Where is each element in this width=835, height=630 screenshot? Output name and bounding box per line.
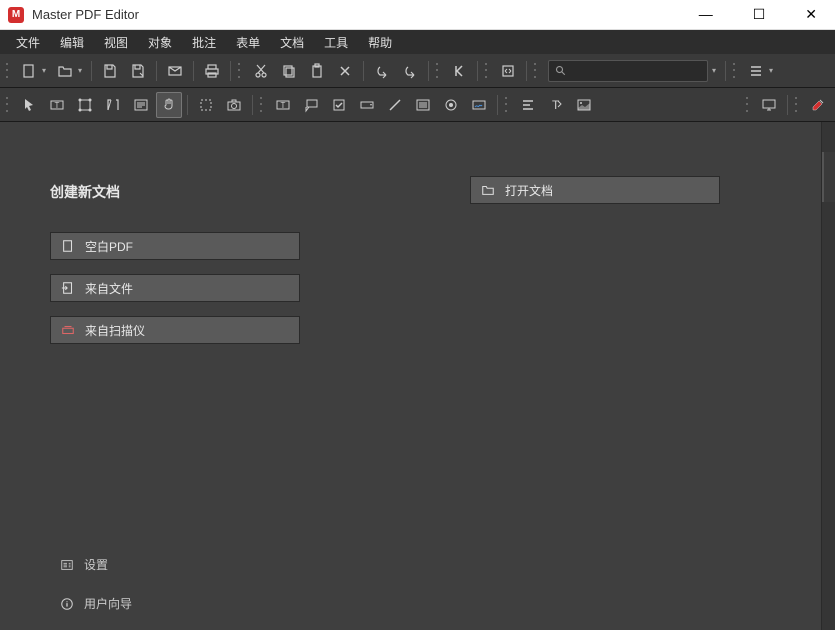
grip-icon[interactable] <box>534 61 540 81</box>
grip-icon[interactable] <box>6 61 12 81</box>
grip-icon[interactable] <box>505 95 511 115</box>
delete-button[interactable] <box>332 58 358 84</box>
from-scanner-button[interactable]: 来自扫描仪 <box>50 316 300 344</box>
grip-icon[interactable] <box>260 95 266 115</box>
grip-icon[interactable] <box>795 95 801 115</box>
blank-pdf-button[interactable]: 空白PDF <box>50 232 300 260</box>
print-button[interactable] <box>199 58 225 84</box>
checkbox-tool[interactable] <box>326 92 352 118</box>
chevron-down-icon[interactable]: ▾ <box>78 66 86 75</box>
line-tool[interactable] <box>382 92 408 118</box>
create-section-title: 创建新文档 <box>50 182 310 202</box>
search-input[interactable] <box>571 65 713 77</box>
from-file-button[interactable]: 来自文件 <box>50 274 300 302</box>
app-title: Master PDF Editor <box>32 7 139 22</box>
info-icon <box>60 597 74 611</box>
edit-object-tool[interactable] <box>72 92 98 118</box>
svg-text:T: T <box>55 101 60 110</box>
maximize-button[interactable]: ☐ <box>743 2 776 27</box>
chevron-down-icon[interactable]: ▾ <box>769 66 777 75</box>
titlebar: M Master PDF Editor — ☐ ✕ <box>0 0 835 30</box>
settings-icon <box>60 558 74 572</box>
pointer-tool[interactable] <box>16 92 42 118</box>
menu-annotate[interactable]: 批注 <box>182 30 226 55</box>
hand-tool[interactable] <box>156 92 182 118</box>
save-button[interactable] <box>97 58 123 84</box>
app-icon: M <box>8 7 24 23</box>
undo-button[interactable] <box>369 58 395 84</box>
open-document-button[interactable]: 打开文档 <box>470 176 720 204</box>
grip-icon[interactable] <box>746 95 752 115</box>
menu-lines-button[interactable] <box>743 58 769 84</box>
grip-icon[interactable] <box>238 61 244 81</box>
settings-link[interactable]: 设置 <box>50 552 142 577</box>
fit-page-button[interactable] <box>495 58 521 84</box>
search-icon <box>555 65 567 77</box>
radio-tool[interactable] <box>438 92 464 118</box>
paste-button[interactable] <box>304 58 330 84</box>
user-guide-link[interactable]: 用户向导 <box>50 591 142 616</box>
save-as-button[interactable] <box>125 58 151 84</box>
copy-button[interactable] <box>276 58 302 84</box>
callout-tool[interactable] <box>298 92 324 118</box>
first-page-button[interactable] <box>446 58 472 84</box>
menu-document[interactable]: 文档 <box>270 30 314 55</box>
text-style-tool[interactable]: T <box>543 92 569 118</box>
highlight-tool[interactable] <box>805 92 831 118</box>
screen-tool[interactable] <box>756 92 782 118</box>
menu-object[interactable]: 对象 <box>138 30 182 55</box>
import-icon <box>61 281 75 295</box>
text-box-tool[interactable]: T <box>270 92 296 118</box>
image-tool[interactable] <box>571 92 597 118</box>
redo-button[interactable] <box>397 58 423 84</box>
right-panel-collapsed[interactable] <box>821 122 835 630</box>
align-tool[interactable] <box>515 92 541 118</box>
document-icon <box>61 239 75 253</box>
search-box[interactable] <box>548 60 708 82</box>
snapshot-tool[interactable] <box>221 92 247 118</box>
panel-tab[interactable] <box>822 152 835 202</box>
toolbar-2: T T T <box>0 88 835 122</box>
cut-button[interactable] <box>248 58 274 84</box>
svg-text:T: T <box>552 98 560 112</box>
menu-file[interactable]: 文件 <box>6 30 50 55</box>
grip-icon[interactable] <box>6 95 12 115</box>
open-button[interactable] <box>52 58 78 84</box>
menubar: 文件 编辑 视图 对象 批注 表单 文档 工具 帮助 <box>0 30 835 54</box>
minimize-button[interactable]: — <box>689 2 723 27</box>
marquee-tool[interactable] <box>193 92 219 118</box>
new-doc-button[interactable] <box>16 58 42 84</box>
form-tool[interactable] <box>128 92 154 118</box>
grip-icon[interactable] <box>733 61 739 81</box>
scanner-icon <box>61 323 75 337</box>
toolbar-1: ▾ ▾ ▾ ▾ <box>0 54 835 88</box>
menu-tools[interactable]: 工具 <box>314 30 358 55</box>
welcome-screen: 创建新文档 空白PDF 来自文件 来自扫描仪 打开文档 设置 用户向导 <box>0 122 835 630</box>
text-select-tool[interactable]: T <box>44 92 70 118</box>
chevron-down-icon[interactable]: ▾ <box>712 66 720 75</box>
svg-text:T: T <box>281 101 286 110</box>
dropdown-tool[interactable] <box>354 92 380 118</box>
menu-view[interactable]: 视图 <box>94 30 138 55</box>
chevron-down-icon[interactable]: ▾ <box>42 66 50 75</box>
close-button[interactable]: ✕ <box>795 2 827 27</box>
listbox-tool[interactable] <box>410 92 436 118</box>
menu-edit[interactable]: 编辑 <box>50 30 94 55</box>
folder-open-icon <box>481 183 495 197</box>
signature-tool[interactable] <box>466 92 492 118</box>
email-button[interactable] <box>162 58 188 84</box>
grip-icon[interactable] <box>436 61 442 81</box>
menu-help[interactable]: 帮助 <box>358 30 402 55</box>
edit-text-tool[interactable] <box>100 92 126 118</box>
grip-icon[interactable] <box>485 61 491 81</box>
menu-form[interactable]: 表单 <box>226 30 270 55</box>
